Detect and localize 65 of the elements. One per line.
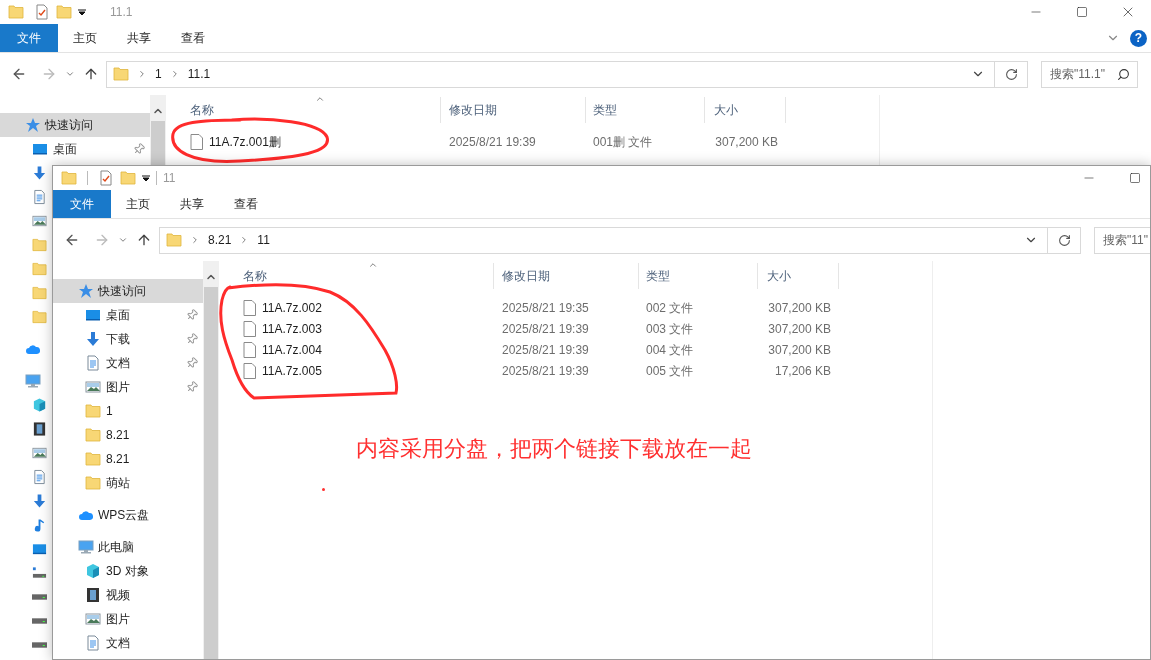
address-bar[interactable]: 1 11.1 xyxy=(106,60,995,88)
breadcrumb-item[interactable]: 8.21 xyxy=(208,231,232,249)
nav-item[interactable]: 快速访问 xyxy=(0,113,150,137)
nav-item[interactable]: 文档 xyxy=(53,631,203,655)
nav-item[interactable]: 视频 xyxy=(53,583,203,607)
table-cell-text: 005 文件 xyxy=(645,362,695,380)
nav-item[interactable]: 萌站 xyxy=(53,471,203,495)
breadcrumb-item[interactable]: 1 xyxy=(155,65,162,83)
search-field[interactable]: 搜索"11" xyxy=(1094,226,1150,254)
window-title: 11 xyxy=(163,170,176,187)
nav-item[interactable]: 下载 xyxy=(53,327,203,351)
column-header[interactable]: 修改日期 xyxy=(441,97,586,123)
address-bar[interactable]: 8.21 11 xyxy=(159,226,1048,254)
breadcrumb-item[interactable]: 11.1 xyxy=(187,65,211,83)
column-header[interactable]: 名称 xyxy=(226,263,494,289)
column-header[interactable]: 大小 xyxy=(758,263,839,289)
table-cell-text: 2025/8/21 19:39 xyxy=(501,362,590,380)
ribbon-tab[interactable]: 共享 xyxy=(112,24,166,52)
table-cell-text: 307,200 KB xyxy=(714,133,779,151)
nav-item[interactable]: 图片 xyxy=(53,375,203,399)
search-field[interactable]: 搜索"11.1" xyxy=(1041,60,1138,88)
nav-item[interactable]: 8.21 xyxy=(53,423,203,447)
ribbon-tab[interactable]: 查看 xyxy=(166,24,220,52)
nav-item[interactable]: WPS云盘 xyxy=(53,503,203,527)
handwritten-note: 内容采用分盘，把两个链接下载放在一起 xyxy=(356,435,752,463)
file-name[interactable]: 11A.7z.002 xyxy=(226,298,494,317)
table-cell-text: 307,200 KB xyxy=(767,299,832,317)
table-cell-text: 307,200 KB xyxy=(767,320,832,338)
nav-item[interactable]: 快速访问 xyxy=(53,279,203,303)
column-header[interactable]: 修改日期 xyxy=(494,263,639,289)
table-cell-text: 307,200 KB xyxy=(767,341,832,359)
ribbon-tab[interactable]: 文件 xyxy=(53,190,111,218)
table-cell-text: 001删 文件 xyxy=(592,133,654,151)
table-cell-text: 003 文件 xyxy=(645,320,695,338)
file-name[interactable]: 11A.7z.003 xyxy=(226,319,494,338)
nav-item[interactable]: 8.21 xyxy=(53,447,203,471)
nav-item[interactable]: 桌面 xyxy=(53,303,203,327)
ribbon-tab[interactable]: 主页 xyxy=(111,190,165,218)
ribbon-tab[interactable]: 查看 xyxy=(219,190,273,218)
table-cell-text: 2025/8/21 19:39 xyxy=(501,320,590,338)
column-header[interactable]: 类型 xyxy=(586,97,705,123)
ribbon-tab[interactable]: 文件 xyxy=(0,24,58,52)
table-cell-text: 004 文件 xyxy=(645,341,695,359)
file-name[interactable]: 11A.7z.004 xyxy=(226,340,494,359)
table-cell-text: 002 文件 xyxy=(645,299,695,317)
column-header[interactable]: 类型 xyxy=(639,263,758,289)
breadcrumb-item[interactable]: 11 xyxy=(257,231,270,249)
window-title: 11.1 xyxy=(110,4,133,21)
ribbon-tab[interactable]: 共享 xyxy=(165,190,219,218)
ribbon-tab[interactable]: 主页 xyxy=(58,24,112,52)
nav-item[interactable]: 1 xyxy=(53,399,203,423)
nav-item[interactable]: 文档 xyxy=(53,351,203,375)
table-cell-text: 2025/8/21 19:39 xyxy=(501,341,590,359)
table-cell-text: 17,206 KB xyxy=(773,362,832,380)
nav-item[interactable]: 此电脑 xyxy=(53,535,203,559)
column-header[interactable]: 名称 xyxy=(173,97,441,123)
nav-item[interactable]: 桌面 xyxy=(0,137,150,161)
column-header[interactable]: 大小 xyxy=(705,97,786,123)
file-name[interactable]: 11A.7z.005 xyxy=(226,361,494,380)
file-name[interactable]: 11A.7z.001删 xyxy=(173,132,441,151)
help-button[interactable]: ? xyxy=(1130,29,1147,47)
table-cell-text: 2025/8/21 19:39 xyxy=(448,133,537,151)
nav-item[interactable]: 3D 对象 xyxy=(53,559,203,583)
table-cell-text: 2025/8/21 19:35 xyxy=(501,299,590,317)
nav-item[interactable]: 图片 xyxy=(53,607,203,631)
